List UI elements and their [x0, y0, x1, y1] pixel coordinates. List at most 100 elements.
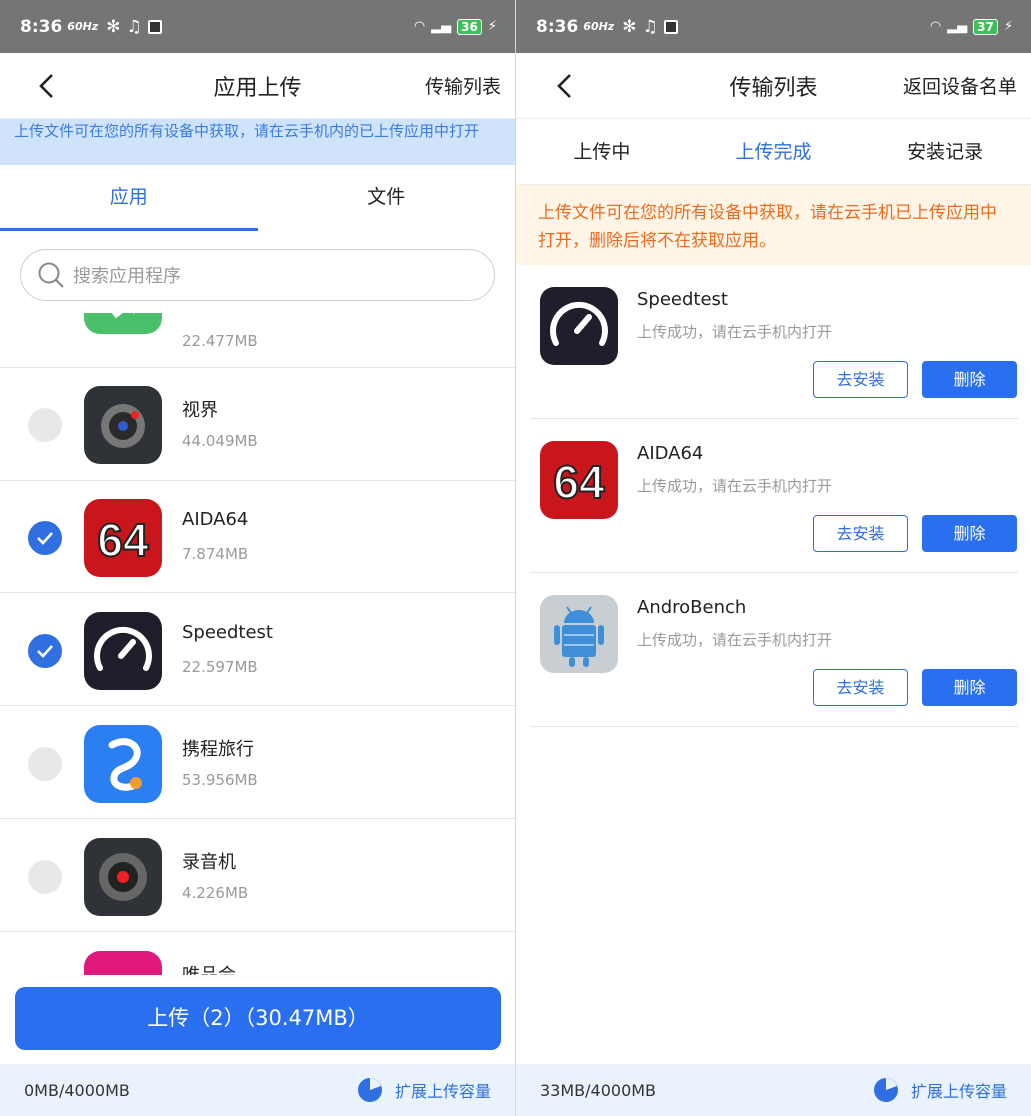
install-button[interactable]: 去安装: [813, 669, 908, 706]
divider: [530, 726, 1018, 727]
delete-button[interactable]: 删除: [922, 669, 1017, 706]
tab-upload-complete[interactable]: 上传完成: [688, 119, 860, 184]
tab-files[interactable]: 文件: [258, 165, 516, 231]
headphones-icon: ♫: [126, 16, 142, 37]
list-item[interactable]: 64 AIDA64 7.874MB: [0, 481, 515, 593]
select-radio-checked[interactable]: [28, 634, 62, 668]
upload-status: 上传成功，请在云手机内打开: [637, 323, 833, 341]
nav-bar: 应用上传 传输列表: [0, 53, 515, 119]
expand-capacity-button[interactable]: 扩展上传容量: [873, 1077, 1007, 1103]
check-icon: [37, 532, 53, 545]
upload-name: Speedtest: [637, 289, 728, 310]
search-placeholder: 搜索应用程序: [73, 266, 181, 287]
app-size: 4.226MB: [182, 884, 249, 902]
ctrip-icon: [84, 725, 162, 803]
app-name: AIDA64: [182, 509, 249, 530]
select-radio[interactable]: [28, 860, 62, 894]
divider: [0, 592, 515, 593]
svg-text:64: 64: [553, 456, 605, 508]
tab-install-history[interactable]: 安装记录: [859, 119, 1031, 184]
list-item[interactable]: 携程旅行 53.956MB: [0, 707, 515, 819]
divider: [0, 367, 515, 368]
list-item[interactable]: 唯品会: [0, 933, 515, 975]
divider: [0, 818, 515, 819]
nav-bar: 传输列表 返回设备名单: [516, 53, 1031, 119]
photo-icon: [663, 19, 678, 34]
transfer-list-link[interactable]: 传输列表: [425, 72, 501, 99]
list-item[interactable]: Speedtest 22.597MB: [0, 594, 515, 706]
aida64-icon: 64: [84, 499, 162, 577]
list-item[interactable]: 视界 44.049MB: [0, 369, 515, 481]
vip-icon: [84, 951, 162, 975]
androbench-icon: [540, 595, 618, 673]
wifi-icon: ◠: [413, 19, 426, 34]
divider: [0, 705, 515, 706]
storage-usage: 0MB/4000MB: [24, 1080, 130, 1100]
expand-capacity-label: 扩展上传容量: [910, 1082, 1007, 1101]
list-item[interactable]: 录音机 4.226MB: [0, 820, 515, 932]
delete-button[interactable]: 删除: [922, 515, 1017, 552]
status-time: 8:36: [536, 16, 579, 37]
status-bar: 8:36 60Hz ✻ ♫ ◠ ▂▄ 37 ⚡: [516, 0, 1031, 53]
check-icon: [37, 645, 53, 658]
app-size: 44.049MB: [182, 432, 258, 450]
info-banner: 上传文件可在您的所有设备中获取，请在云手机内的已上传应用中打开: [0, 119, 515, 165]
storage-bar: 33MB/4000MB 扩展上传容量: [516, 1064, 1031, 1116]
wifi-icon: ◠: [929, 19, 942, 34]
install-button[interactable]: 去安装: [813, 361, 908, 398]
charging-icon: ⚡: [1003, 19, 1013, 34]
app-name: 唯品会: [182, 961, 236, 975]
back-to-device-list-link[interactable]: 返回设备名单: [903, 72, 1017, 99]
pie-chart-icon: [357, 1078, 382, 1102]
app-list: 22.477MB 视界 44.049MB 64 AIDA64 7.874MB S…: [0, 313, 515, 975]
battery-icon: 36: [457, 18, 482, 35]
tab-uploading[interactable]: 上传中: [516, 119, 688, 184]
refresh-rate: 60Hz: [67, 20, 99, 33]
app-name: Speedtest: [182, 622, 273, 643]
storage-usage: 33MB/4000MB: [540, 1080, 657, 1100]
app-size: 53.956MB: [182, 771, 258, 789]
upload-name: AndroBench: [637, 597, 747, 618]
green-app-icon: [84, 313, 162, 334]
upload-item: 64 AIDA64 上传成功，请在云手机内打开 去安装 删除: [516, 419, 1031, 573]
app-size: 22.477MB: [182, 332, 258, 350]
app-name: 携程旅行: [182, 739, 254, 760]
storage-bar: 0MB/4000MB 扩展上传容量: [0, 1064, 515, 1116]
select-radio-checked[interactable]: [28, 521, 62, 555]
app-size: 22.597MB: [182, 658, 258, 676]
tab-apps[interactable]: 应用: [0, 165, 258, 231]
photo-icon: [147, 19, 162, 34]
tab-underline: [0, 228, 258, 231]
delete-button[interactable]: 删除: [922, 361, 1017, 398]
upload-name: AIDA64: [637, 443, 704, 464]
headphones-icon: ♫: [642, 16, 658, 37]
tab-bar: 应用 文件: [0, 165, 515, 231]
fan-icon: ✻: [622, 16, 637, 37]
expand-capacity-label: 扩展上传容量: [394, 1082, 491, 1101]
speedtest-icon: [540, 287, 618, 365]
svg-text:64: 64: [97, 514, 149, 566]
tab-bar: 上传中 上传完成 安装记录: [516, 119, 1031, 185]
list-item[interactable]: 22.477MB: [0, 313, 515, 368]
expand-capacity-button[interactable]: 扩展上传容量: [357, 1077, 491, 1103]
upload-button[interactable]: 上传（2）（30.47MB）: [15, 987, 501, 1050]
battery-icon: 37: [973, 18, 998, 35]
speedtest-icon: [84, 612, 162, 690]
app-upload-screen: 8:36 60Hz ✻ ♫ ◠ ▂▄ 36 ⚡ 应用上传 传输列表 上传文件可在…: [0, 0, 515, 1116]
divider: [0, 931, 515, 932]
search-input[interactable]: 搜索应用程序: [20, 249, 495, 301]
app-name: 录音机: [182, 852, 236, 873]
search-icon: [38, 262, 64, 288]
install-button[interactable]: 去安装: [813, 515, 908, 552]
aida64-icon: 64: [540, 441, 618, 519]
status-time: 8:36: [20, 16, 63, 37]
fan-icon: ✻: [106, 16, 121, 37]
select-radio[interactable]: [28, 747, 62, 781]
camera-app-icon: [84, 386, 162, 464]
app-size: 7.874MB: [182, 545, 249, 563]
select-radio[interactable]: [28, 408, 62, 442]
signal-icon: ▂▄: [431, 19, 452, 34]
upload-status: 上传成功，请在云手机内打开: [637, 631, 833, 649]
status-bar: 8:36 60Hz ✻ ♫ ◠ ▂▄ 36 ⚡: [0, 0, 515, 53]
signal-icon: ▂▄: [947, 19, 968, 34]
